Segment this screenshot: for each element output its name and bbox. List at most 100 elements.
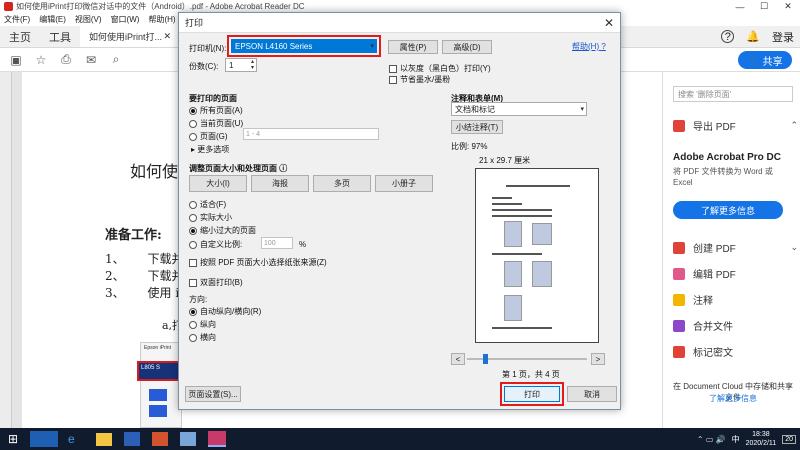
tab-document[interactable]: 如何使用iPrint打... ✕	[80, 26, 180, 47]
info-icon: ⓘ	[279, 164, 288, 173]
tray-icons[interactable]: ⌃ ▭ 🔊	[697, 435, 726, 444]
help-icon: ?	[601, 42, 606, 51]
doc-list-item: 3、 使用 i	[105, 286, 180, 300]
combine-files-icon	[673, 319, 685, 332]
sizing-section-title: 调整页面大小和处理页面 ⓘ	[189, 164, 288, 173]
redact-item[interactable]: 标记密文	[673, 344, 798, 359]
next-page-button[interactable]: >	[591, 353, 605, 365]
all-pages-radio[interactable]: 所有页面(A)	[189, 105, 243, 116]
learn-more-button[interactable]: 了解更多信息	[673, 201, 783, 219]
close-icon[interactable]: ✕	[776, 0, 800, 13]
start-icon[interactable]: ⊞	[0, 432, 26, 446]
search-icon[interactable]: ⌕	[108, 52, 124, 68]
acrobat-taskbar-icon[interactable]	[208, 431, 226, 447]
comments-select[interactable]: 文档和标记 ▾	[451, 102, 587, 116]
edit-pdf-icon	[673, 267, 685, 280]
create-pdf-item[interactable]: 创建 PDF ⌄	[673, 240, 798, 255]
custom-scale-radio[interactable]: 自定义比例:	[189, 239, 242, 250]
slider-thumb[interactable]	[483, 354, 488, 364]
shrink-radio[interactable]: 缩小过大的页面	[189, 225, 256, 236]
menu-window[interactable]: 窗口(W)	[111, 14, 140, 25]
preview-line	[492, 209, 552, 211]
doc-screenshot-image: Epson iPrint L805 S	[137, 342, 183, 428]
comment-item[interactable]: 注释	[673, 292, 798, 307]
share-button[interactable]: 👤 共享	[738, 51, 792, 69]
printer-label: 打印机(N):	[189, 44, 227, 53]
current-page-radio[interactable]: 当前页面(U)	[189, 118, 243, 129]
minimize-icon[interactable]: —	[728, 0, 752, 13]
multiple-button[interactable]: 多页	[313, 175, 371, 192]
pages-radio[interactable]: 页面(G)	[189, 131, 228, 142]
fit-radio[interactable]: 适合(F)	[189, 199, 226, 210]
tools-search-input[interactable]: 搜索 '删除页面'	[673, 86, 793, 102]
paper-source-checkbox[interactable]: 按照 PDF 页面大小选择纸张来源(Z)	[189, 257, 327, 268]
cloud-learn-more-link[interactable]: 了解更多信息	[669, 393, 797, 404]
copies-label: 份数(C):	[189, 62, 219, 71]
tab-home[interactable]: 主页	[0, 26, 40, 47]
summarize-button[interactable]: 小结注释(T)	[451, 120, 503, 134]
pages-range-input[interactable]: 1 - 4	[243, 128, 379, 140]
properties-button[interactable]: 属性(P)	[388, 40, 438, 54]
photos-icon[interactable]	[180, 432, 196, 446]
word-icon[interactable]	[124, 432, 140, 446]
size-button[interactable]: 大小(I)	[189, 175, 247, 192]
chevron-up-icon[interactable]: ⌃	[790, 120, 798, 131]
menu-help[interactable]: 帮助(H)	[148, 14, 175, 25]
paper-size: 21 x 29.7 厘米	[479, 156, 531, 165]
doc-title: 如何使	[130, 162, 179, 181]
window-title: 如何使用iPrint打印微信对话中的文件（Android）.pdf - Adob…	[16, 2, 305, 11]
print-highlight	[500, 382, 564, 406]
clock[interactable]: 18:38 2020/2/11	[746, 430, 777, 448]
duplex-checkbox[interactable]: 双面打印(B)	[189, 277, 243, 288]
help-link[interactable]: 帮助(H) ?	[572, 41, 606, 52]
help-icon[interactable]: ?	[721, 30, 735, 43]
ime-indicator[interactable]: 中	[732, 434, 740, 445]
outlook-icon[interactable]	[30, 431, 58, 447]
menu-view[interactable]: 视图(V)	[75, 14, 102, 25]
save-icon[interactable]: ▣	[8, 52, 24, 68]
notification-icon[interactable]: 20	[782, 434, 796, 444]
combine-files-item[interactable]: 合并文件	[673, 318, 798, 333]
print-icon[interactable]: ⎙	[58, 52, 74, 68]
copies-stepper[interactable]: 1 ▴ ▾	[225, 58, 257, 72]
tab-document-label: 如何使用iPrint打...	[89, 32, 163, 42]
share-user-icon: 👤	[747, 54, 763, 66]
tab-close-icon[interactable]: ✕	[163, 31, 171, 42]
tab-tools[interactable]: 工具	[40, 26, 80, 47]
powerpoint-icon[interactable]	[152, 432, 168, 446]
signin-link[interactable]: 登录	[772, 29, 794, 45]
dialog-title: 打印	[179, 13, 620, 33]
landscape-radio[interactable]: 横向	[189, 332, 216, 343]
cancel-button[interactable]: 取消	[567, 386, 617, 402]
actual-size-radio[interactable]: 实际大小	[189, 212, 232, 223]
grayscale-checkbox[interactable]: 以灰度（黑白色）打印(Y)	[389, 63, 491, 74]
maximize-icon[interactable]: ☐	[752, 0, 776, 13]
preview-page-slider[interactable]: < >	[449, 353, 609, 365]
scale-input[interactable]: 100	[261, 237, 293, 249]
star-icon[interactable]: ☆	[33, 52, 49, 68]
bell-icon[interactable]: 🔔	[746, 30, 760, 43]
mail-icon[interactable]: ✉	[83, 52, 99, 68]
booklet-button[interactable]: 小册子	[375, 175, 433, 192]
advanced-button[interactable]: 高级(D)	[442, 40, 492, 54]
menu-file[interactable]: 文件(F)	[4, 14, 30, 25]
prev-page-button[interactable]: <	[451, 353, 465, 365]
dialog-close-icon[interactable]: ✕	[604, 16, 614, 30]
left-nav-strip[interactable]	[0, 72, 12, 428]
ie-icon[interactable]: e	[68, 432, 86, 446]
stepper-arrows-icon[interactable]: ▴ ▾	[251, 59, 254, 71]
portrait-radio[interactable]: 纵向	[189, 319, 216, 330]
poster-button[interactable]: 海报	[251, 175, 309, 192]
more-options-toggle[interactable]: ▸ 更多选项	[191, 144, 229, 155]
create-pdf-icon	[673, 241, 685, 254]
printer-highlight	[227, 35, 381, 57]
edit-pdf-item[interactable]: 编辑 PDF	[673, 266, 798, 281]
chevron-down-icon[interactable]: ⌄	[790, 242, 798, 253]
menu-edit[interactable]: 编辑(E)	[39, 14, 66, 25]
folder-icon[interactable]	[96, 432, 112, 446]
doc-list-item: 2、 下载并	[105, 269, 184, 283]
export-pdf-item[interactable]: 导出 PDF ⌃	[673, 118, 798, 133]
page-setup-button[interactable]: 页面设置(S)...	[185, 386, 241, 402]
save-ink-checkbox[interactable]: 节省墨水/墨粉	[389, 74, 450, 85]
auto-orientation-radio[interactable]: 自动纵向/横向(R)	[189, 306, 261, 317]
